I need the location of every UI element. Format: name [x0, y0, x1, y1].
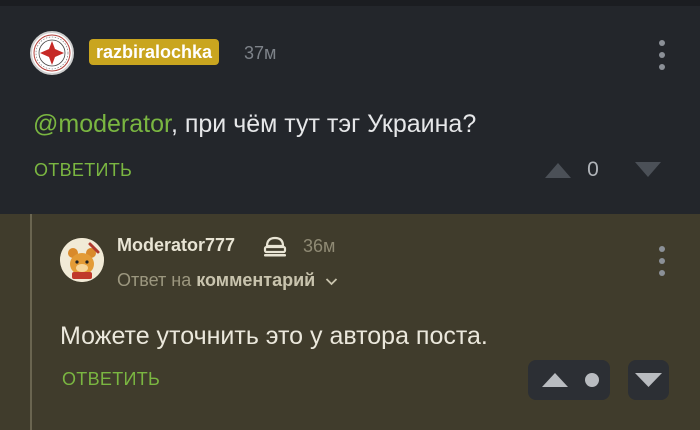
menu-dot	[659, 246, 665, 252]
moderator-hat-icon	[263, 236, 287, 257]
reply-to[interactable]: Ответ на комментарий	[117, 268, 338, 292]
chevron-down-icon[interactable]	[325, 277, 338, 286]
downvote-icon[interactable]	[633, 161, 663, 179]
score-dot-icon	[585, 373, 599, 387]
upvote-icon[interactable]	[540, 372, 570, 388]
mention-link[interactable]: @moderator	[33, 110, 171, 138]
comment-razbiralochka: razbiralochka 37м @moderator, при чём ту…	[0, 6, 700, 214]
comment-text: Можете уточнить это у автора поста.	[60, 322, 488, 350]
vote-pill	[528, 360, 610, 400]
reply-to-prefix: Ответ на	[117, 270, 192, 290]
avatar[interactable]	[60, 238, 104, 282]
username[interactable]: Moderator777	[117, 233, 235, 257]
reply-to-link[interactable]: комментарий	[196, 270, 315, 290]
cartoon-bear-avatar-icon	[60, 238, 104, 282]
comment-time: 37м	[244, 43, 277, 63]
templar-cross-emblem-icon	[33, 34, 71, 72]
comment-text: @moderator, при чём тут тэг Украина?	[33, 108, 476, 140]
upvote-icon[interactable]	[543, 161, 573, 179]
kebab-menu-icon[interactable]	[658, 246, 666, 276]
comment-time: 36м	[303, 236, 336, 256]
comment-moderator777: Moderator777 36м Ответ на комментарий Мо…	[0, 214, 700, 430]
menu-dot	[659, 64, 665, 70]
menu-dot	[659, 270, 665, 276]
reply-button[interactable]: ОТВЕТИТЬ	[34, 158, 132, 182]
vote-score: 0	[587, 158, 599, 181]
menu-dot	[659, 40, 665, 46]
menu-dot	[659, 258, 665, 264]
downvote-button[interactable]	[628, 360, 669, 400]
downvote-icon[interactable]	[634, 372, 663, 388]
kebab-menu-icon[interactable]	[658, 40, 666, 70]
comment-body: , при чём тут тэг Украина?	[170, 110, 477, 138]
username-badge[interactable]: razbiralochka	[89, 39, 220, 65]
reply-button[interactable]: ОТВЕТИТЬ	[62, 367, 160, 391]
menu-dot	[659, 52, 665, 58]
thread-line[interactable]	[30, 214, 32, 430]
avatar[interactable]	[30, 31, 74, 75]
